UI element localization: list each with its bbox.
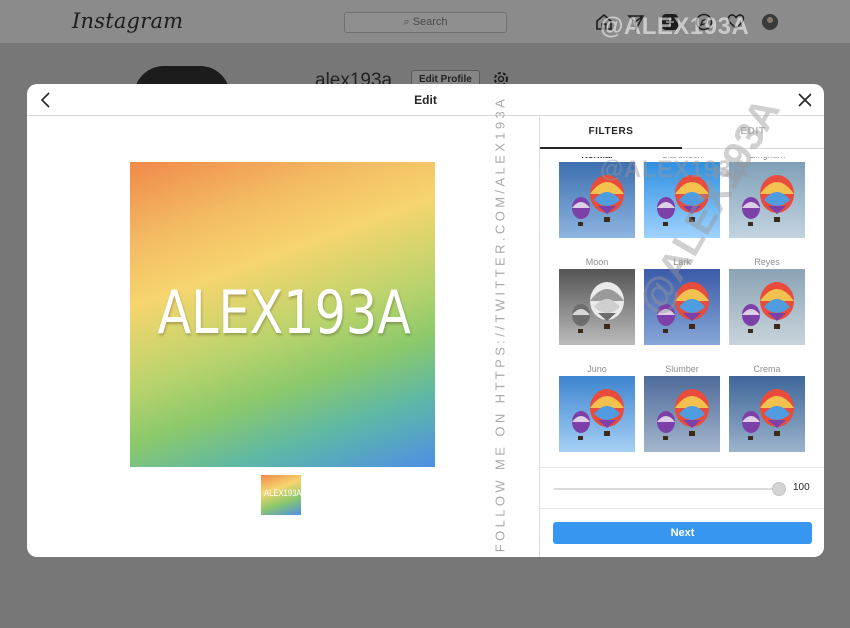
filter-name: Juno [587,364,607,374]
image-thumbnail[interactable]: ALEX193A [261,475,301,515]
edit-modal: Edit ALEX193A ALEX193A FOLLOW ME ON HTTP… [27,84,824,557]
search-placeholder: Search [412,16,448,28]
tab-filters[interactable]: FILTERS [540,117,682,149]
vertical-promo-label: FOLLOW ME ON HTTPS://TWITTER.COM/ALEX193… [492,95,508,553]
filter-moon[interactable]: Moon [559,256,635,345]
filter-thumbnail [729,269,805,345]
filter-name: Slumber [665,364,699,374]
image-preview-pane: ALEX193A ALEX193A [27,117,539,557]
filters-grid: NormalClarendonGinghamMoonLarkReyesJunoS… [540,157,824,467]
filter-juno[interactable]: Juno [559,363,635,452]
filter-name: Reyes [754,257,780,267]
next-button[interactable]: Next [553,522,812,544]
profile-avatar-icon[interactable] [760,12,780,32]
filter-slumber[interactable]: Slumber [644,363,720,452]
filter-thumbnail [644,376,720,452]
filter-reyes[interactable]: Reyes [729,256,805,345]
search-input[interactable]: ⌕ Search [344,12,507,33]
slider-handle[interactable] [772,482,786,496]
filter-thumbnail [729,376,805,452]
filter-thumbnail [559,269,635,345]
preview-image: ALEX193A [130,162,435,467]
filter-thumbnail [559,376,635,452]
filter-name: Moon [585,257,609,267]
slider-track[interactable] [554,488,776,490]
modal-title: Edit [414,93,437,107]
thumbnail-text: ALEX193A [264,488,302,498]
vertical-promo-text: FOLLOW ME ON HTTPS://TWITTER.COM/ALEX193… [489,96,511,553]
preview-image-text: ALEX193A [157,278,411,348]
watermark-top: @ALEX193A [600,13,750,40]
close-icon[interactable] [796,91,814,109]
modal-header: Edit [27,84,824,116]
slider-value: 100 [793,482,810,493]
instagram-logo[interactable]: Instagram [72,9,183,33]
filter-strength-slider: 100 [540,467,824,509]
filter-crema[interactable]: Crema [729,363,805,452]
filter-name: Crema [753,364,781,374]
search-icon: ⌕ [403,16,410,28]
